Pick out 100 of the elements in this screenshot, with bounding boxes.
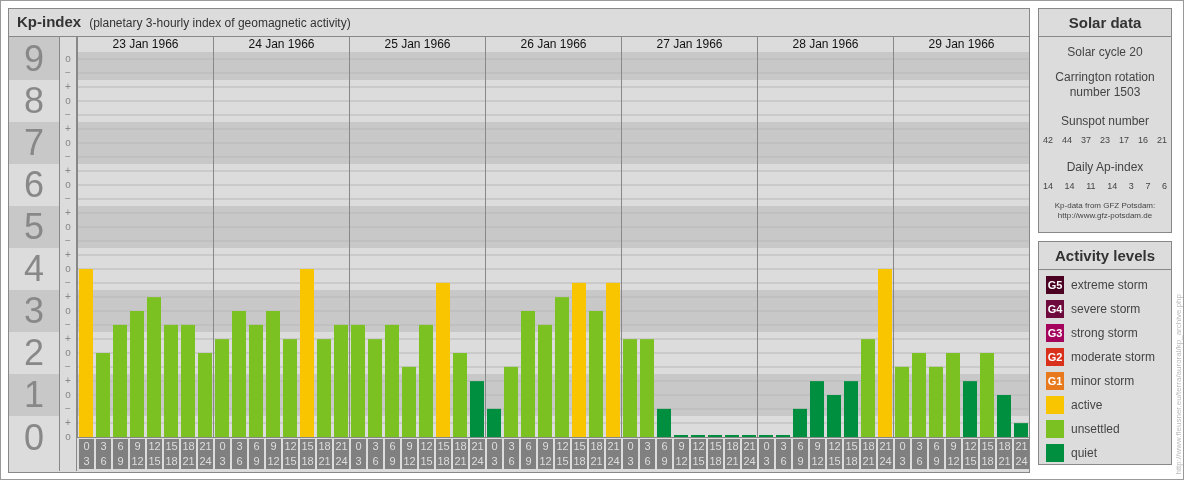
y-axis-mark: −: [64, 234, 72, 248]
ap-index-value: 6: [1162, 179, 1167, 193]
hour-range-label: 6 9: [793, 439, 808, 469]
kp-bar: [1014, 423, 1028, 437]
hour-range-label: 18 21: [997, 439, 1012, 469]
hour-range-label: 18 21: [317, 439, 332, 469]
panel-subtitle: (planetary 3-hourly index of geomagnetic activity): [89, 14, 351, 32]
hour-range-label: 9 12: [402, 439, 417, 469]
hour-range-label: 6 9: [521, 439, 536, 469]
y-axis-mark: +: [64, 206, 72, 220]
hour-range-label: 0 3: [487, 439, 502, 469]
kp-bar: [997, 395, 1011, 437]
hour-range-label: 21 24: [878, 439, 893, 469]
hour-range-label: 12 15: [555, 439, 570, 469]
hour-range-label: 15 18: [164, 439, 179, 469]
ap-index-value: 11: [1086, 179, 1096, 193]
sunspot-label: Sunspot number: [1060, 113, 1150, 130]
y-axis-mark: −: [64, 150, 72, 164]
hour-range-label: 6 9: [929, 439, 944, 469]
data-source-text: Kp-data from GFZ Potsdam:: [1054, 201, 1156, 211]
hour-range-label: 9 12: [946, 439, 961, 469]
y-axis-label: 9: [9, 37, 59, 80]
level-label: minor storm: [1071, 373, 1135, 390]
y-axis-label: 7: [9, 122, 59, 164]
hour-range-label: 12 15: [419, 439, 434, 469]
hour-range-label: 18 21: [861, 439, 876, 469]
y-axis-mark: −: [64, 66, 72, 80]
hour-range-label: 15 18: [436, 439, 451, 469]
hour-range-label: 21 24: [198, 439, 213, 469]
hour-range-label: 15 18: [980, 439, 995, 469]
sunspot-value: 16: [1137, 134, 1148, 147]
site-credit: http://www.fleusner.eu/terra/auroral/kp_archive.php: [1174, 294, 1183, 475]
sunspot-value: 44: [1062, 134, 1072, 147]
y-axis-mark: o: [64, 136, 72, 150]
hour-range-label: 6 9: [113, 439, 128, 469]
kp-bar: [810, 381, 824, 437]
hour-range-label: 6 9: [249, 439, 264, 469]
hour-range-label: 6 9: [385, 439, 400, 469]
ap-index-value: 3: [1128, 179, 1134, 193]
sunspot-value: 17: [1118, 134, 1129, 147]
hour-range-label: 3 6: [640, 439, 655, 469]
solar-cycle-text: Solar cycle 20: [1067, 44, 1143, 61]
hour-range-label: 9 12: [538, 439, 553, 469]
level-swatch: G3: [1046, 324, 1064, 342]
kp-bar: [657, 408, 671, 437]
hour-range-label: 9 12: [130, 439, 145, 469]
hour-range-label: 3 6: [912, 439, 927, 469]
ap-index-value: 7: [1145, 179, 1151, 193]
y-axis-mark: +: [64, 164, 72, 178]
ap-index-value: 14: [1043, 179, 1053, 193]
level-label: active: [1071, 397, 1103, 414]
y-axis-mark: −: [64, 192, 72, 206]
hour-range-label: 15 18: [572, 439, 587, 469]
data-source-text: http://www.gfz-potsdam.de: [1057, 211, 1153, 221]
y-axis-mark: o: [64, 388, 72, 402]
kp-bar: [504, 366, 518, 437]
ap-index-value: 14: [1064, 179, 1075, 193]
y-axis-label: 5: [9, 206, 59, 248]
kp-bar: [487, 408, 501, 437]
ap-index-value: 14: [1107, 179, 1118, 193]
kp-bar: [793, 408, 807, 437]
kp-bar: [470, 381, 484, 437]
hour-range-label: 9 12: [674, 439, 689, 469]
y-axis-mark: −: [64, 360, 72, 374]
y-axis-mark: o: [64, 262, 72, 276]
y-axis-mark: +: [64, 248, 72, 262]
hour-range-label: 3 6: [96, 439, 111, 469]
hour-range-label: 12 15: [147, 439, 162, 469]
hour-range-label: 9 12: [266, 439, 281, 469]
level-label: unsettled: [1071, 421, 1120, 438]
y-axis-mark: −: [64, 402, 72, 416]
kp-bar: [963, 381, 977, 437]
hour-range-label: 15 18: [708, 439, 723, 469]
hour-range-label: 18 21: [725, 439, 740, 469]
y-axis-label: 1: [9, 374, 59, 416]
hour-range-label: 21 24: [606, 439, 621, 469]
hour-range-label: 0 3: [623, 439, 638, 469]
hour-range-label: 21 24: [470, 439, 485, 469]
y-axis-mark: +: [64, 122, 72, 136]
level-swatch: G1: [1046, 372, 1064, 390]
y-axis-mark: o: [64, 52, 72, 66]
y-axis-mark: o: [64, 304, 72, 318]
hour-range-label: 15 18: [844, 439, 859, 469]
level-label: quiet: [1071, 445, 1098, 462]
y-axis-mark: +: [64, 374, 72, 388]
y-axis-mark: −: [64, 318, 72, 332]
y-axis-label: 3: [9, 290, 59, 332]
hour-range-label: 21 24: [742, 439, 757, 469]
panel-title: Kp-index: [17, 12, 82, 33]
hour-range-label: 12 15: [691, 439, 706, 469]
level-label: extreme storm: [1071, 277, 1148, 294]
panel-title: Activity levels: [1039, 242, 1171, 270]
level-swatch: G5: [1046, 276, 1064, 294]
hour-range-label: 0 3: [351, 439, 366, 469]
hour-range-label: 12 15: [827, 439, 842, 469]
sunspot-value: 21: [1156, 134, 1167, 147]
hour-range-label: 0 3: [895, 439, 910, 469]
hour-range-label: 9 12: [810, 439, 825, 469]
y-axis-mark: +: [64, 80, 72, 94]
hour-range-label: 21 24: [1014, 439, 1029, 469]
